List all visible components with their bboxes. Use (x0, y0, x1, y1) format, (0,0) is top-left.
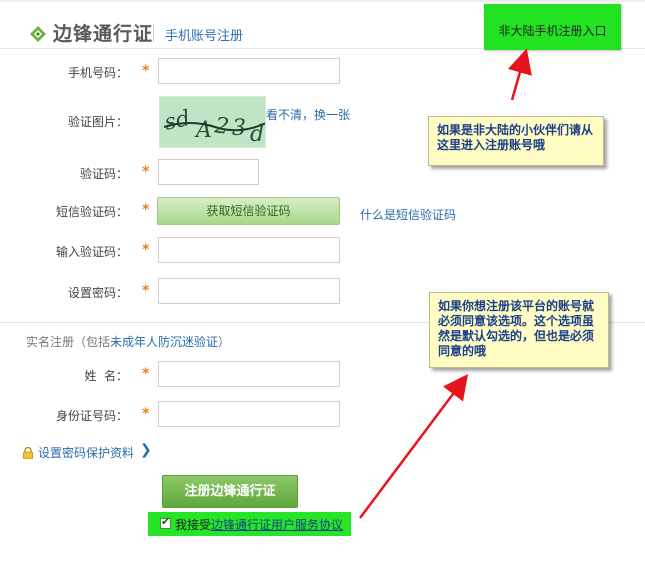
annotation-arrows (359, 48, 532, 519)
arrow-to-overseas-entry (507, 48, 532, 101)
arrow-to-agreement (359, 374, 468, 519)
